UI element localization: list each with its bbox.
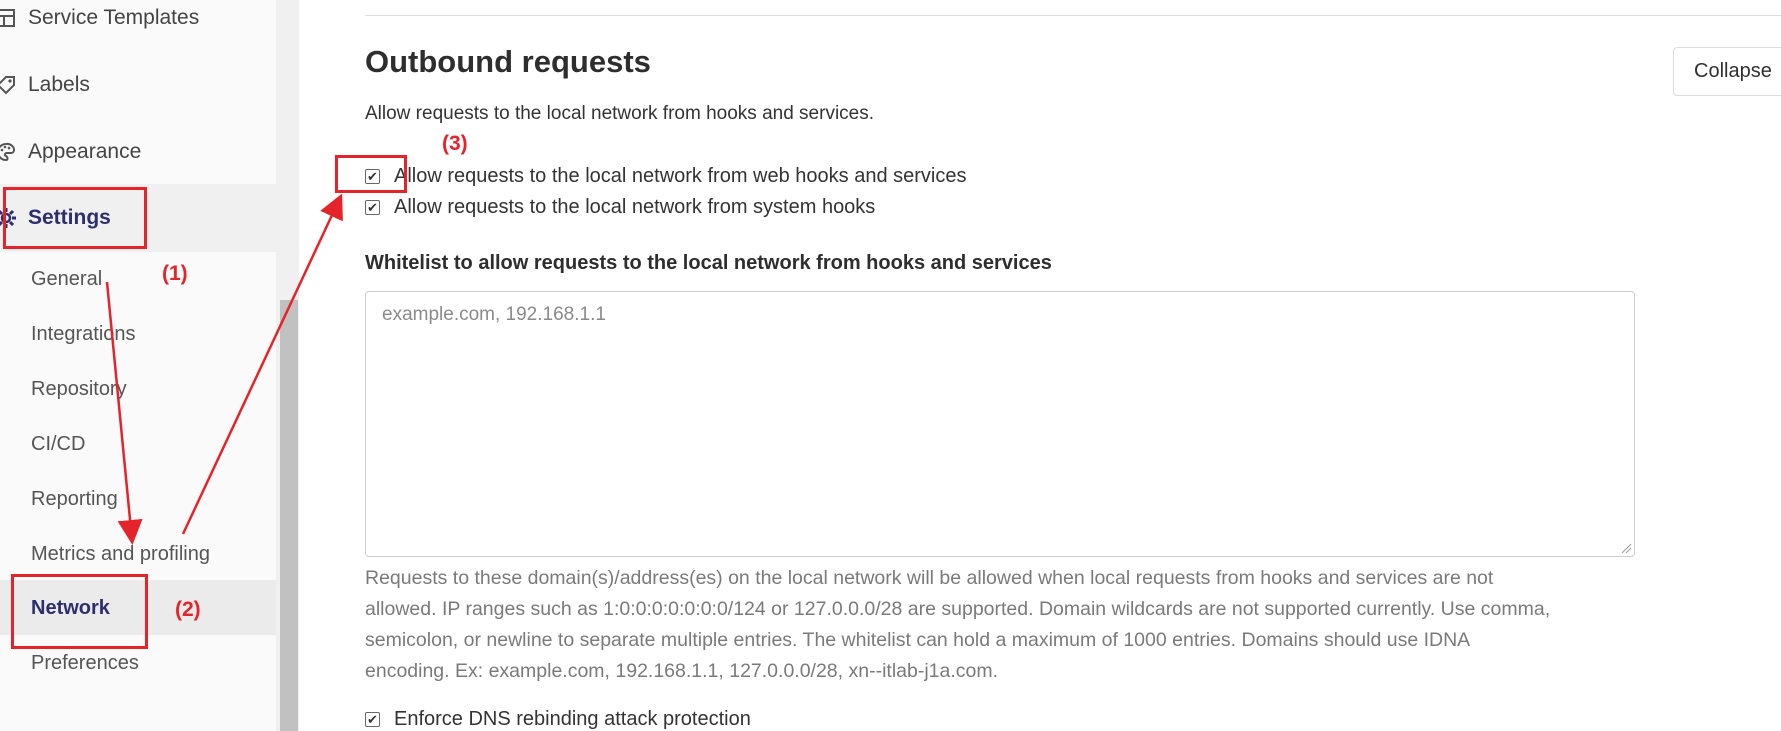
arrow-1-to-2 — [105, 281, 143, 545]
arrow-2-to-3 — [181, 193, 343, 535]
annotation-arrows — [105, 193, 343, 545]
